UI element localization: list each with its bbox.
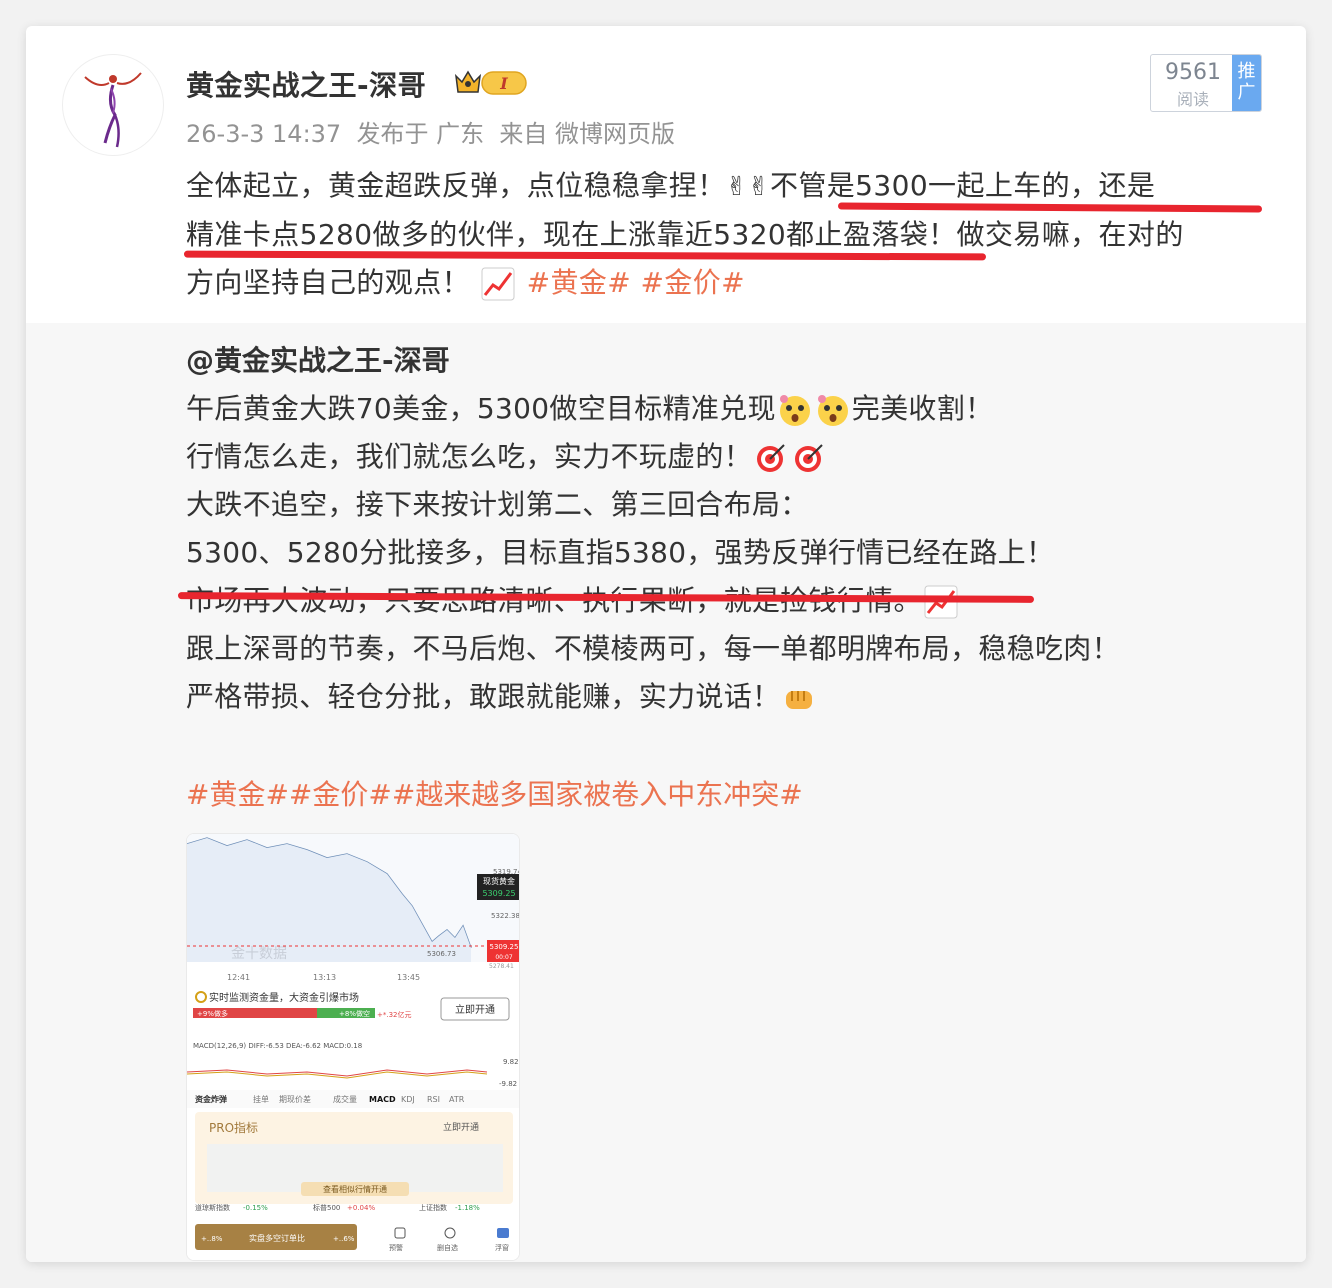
pro-banner[interactable]: 查看相似行情开通: [323, 1184, 387, 1194]
target-icon: [795, 444, 823, 472]
nav-item[interactable]: 删自选: [437, 1243, 458, 1252]
repost-username[interactable]: @黄金实战之王-深哥: [186, 339, 450, 379]
macd-lo: -9.82: [499, 1080, 517, 1088]
content-text: 精准卡点5280做多的伙伴，现在上涨靠近5320都止盈落袋！: [186, 218, 957, 251]
shocked-face-icon: [817, 395, 848, 426]
bear-text: +8%做空: [339, 1009, 370, 1018]
post-meta: 26-3-3 14:37 发布于 广东 来自 微博网页版: [186, 120, 675, 148]
vip-badge[interactable]: I: [454, 66, 532, 98]
vip-level: I: [499, 74, 508, 93]
price-label: 5278.41: [489, 963, 514, 970]
tab-item[interactable]: RSI: [427, 1095, 440, 1104]
crown-vip-icon: I: [454, 70, 527, 95]
repost-line: 大跌不追空，接下来按计划第二、第三回合布局：: [186, 488, 809, 521]
fist-icon: [786, 691, 813, 709]
price-label: 5306.73: [427, 950, 456, 958]
open-button[interactable]: 立即开通: [455, 1003, 495, 1016]
spot-label: 现货黄金: [483, 876, 515, 886]
repost-topics[interactable]: #黄金##金价##越来越多国家被卷入中东冲突#: [186, 773, 803, 813]
tab-item[interactable]: MACD: [369, 1095, 396, 1104]
tab-item[interactable]: 挂单: [253, 1094, 269, 1104]
nav-item[interactable]: 浮窗: [495, 1243, 509, 1252]
gold-app-screenshot: 金十数据 5319.74 现货黄金 5309.25 5322.38 5309.2…: [187, 834, 520, 1260]
bottom-bar-label[interactable]: 实盘多空订单比: [249, 1233, 305, 1243]
bottom-pct: +..8%: [201, 1235, 223, 1243]
content-text: 不管是5300一起上车的，还是: [769, 169, 1156, 202]
tab-item[interactable]: 资金炸弹: [195, 1094, 227, 1104]
tab-item[interactable]: 期现价差: [279, 1094, 311, 1104]
tab-item[interactable]: 成交量: [333, 1094, 357, 1104]
repost-line: 严格带损、轻仓分批，敢跟就能赚，实力说话！: [186, 675, 818, 715]
index-name: 道琼斯指数: [195, 1203, 230, 1212]
repost-text: 行情怎么走，我们就怎么吃，实力不玩虚的！: [186, 440, 753, 473]
repost-text: 完美收割！: [851, 392, 994, 425]
macd-text: MACD(12,26,9) DIFF:-6.53 DEA:-6.62 MACD:…: [193, 1042, 362, 1050]
attached-image[interactable]: 金十数据 5319.74 现货黄金 5309.25 5322.38 5309.2…: [186, 833, 520, 1261]
read-count-box: 9561 阅读 推广: [1150, 54, 1262, 112]
repost-line: 行情怎么走，我们就怎么吃，实力不玩虚的！: [186, 435, 828, 475]
post-content: 全体起立，黄金超跌反弹，点位稳稳拿捏！✌✌不管是5300一起上车的，还是 精准卡…: [186, 162, 1276, 307]
read-count: 9561: [1165, 60, 1221, 85]
chart-increasing-icon: [481, 267, 515, 301]
watermark: 金十数据: [231, 946, 287, 962]
dancer-logo-icon: [84, 72, 142, 148]
pro-label: PRO指标: [209, 1120, 258, 1135]
price-label: 5322.38: [491, 912, 520, 920]
index-name: 标普500: [313, 1203, 340, 1212]
nav-item[interactable]: 预警: [389, 1243, 403, 1252]
promo-tag[interactable]: 推广: [1232, 55, 1261, 111]
repost-block: @黄金实战之王-深哥 午后黄金大跌70美金，5300做空目标精准兑现 完美收割！ …: [26, 323, 1306, 1262]
amount-text: +*.32亿元: [377, 1010, 412, 1019]
time-label: 12:41: [227, 973, 250, 982]
repost-text: 午后黄金大跌70美金，5300做空目标精准兑现: [186, 392, 776, 425]
content-text: 做交易嘛，在对的: [956, 218, 1184, 251]
repost-text: 严格带损、轻仓分批，敢跟就能赚，实力说话！: [186, 680, 781, 713]
tab-item[interactable]: ATR: [449, 1095, 465, 1104]
repost-line: 跟上深哥的节奏，不马后炮、不模棱两可，每一单都明牌布局，稳稳吃肉！: [186, 632, 1120, 665]
avatar[interactable]: [62, 54, 164, 156]
price-badge-sub: 00:07: [495, 954, 512, 961]
macd-hi: 9.82: [503, 1058, 519, 1066]
shocked-face-icon: [779, 395, 810, 426]
bull-text: +9%做多: [197, 1009, 228, 1018]
post-username[interactable]: 黄金实战之王-深哥: [186, 64, 426, 104]
content-text: 全体起立，黄金超跌反弹，点位稳稳拿捏！: [186, 169, 726, 202]
price-badge: 5309.25: [490, 943, 519, 951]
bottom-pct: +..6%: [333, 1235, 355, 1243]
target-icon: [757, 444, 785, 472]
index-value: +0.04%: [347, 1204, 375, 1212]
spot-price: 5309.25: [482, 889, 515, 898]
pro-open-link[interactable]: 立即开通: [443, 1121, 479, 1133]
monitor-text: 实时监测资金量，大资金引爆市场: [209, 991, 359, 1004]
index-value: -0.15%: [243, 1204, 268, 1212]
read-label: 阅读: [1176, 90, 1209, 109]
repost-line: 5300、5280分批接多，目标直指5380，强势反弹行情已经在路上！: [186, 536, 1055, 569]
repost-line: 午后黄金大跌70美金，5300做空目标精准兑现 完美收割！: [186, 387, 993, 427]
index-name: 上证指数: [419, 1203, 447, 1212]
victory-hand-icon: ✌✌: [725, 172, 770, 202]
weibo-post-card: 黄金实战之王-深哥 I 26-3-3 14:37 发布于 广东 来自 微博网页版…: [26, 26, 1306, 1262]
post-topics[interactable]: #黄金# #金价#: [527, 266, 745, 299]
tab-item[interactable]: KDJ: [401, 1095, 415, 1104]
time-label: 13:13: [313, 973, 336, 982]
time-label: 13:45: [397, 973, 420, 982]
index-value: -1.18%: [455, 1204, 480, 1212]
content-text: 方向坚持自己的观点！: [186, 266, 471, 299]
